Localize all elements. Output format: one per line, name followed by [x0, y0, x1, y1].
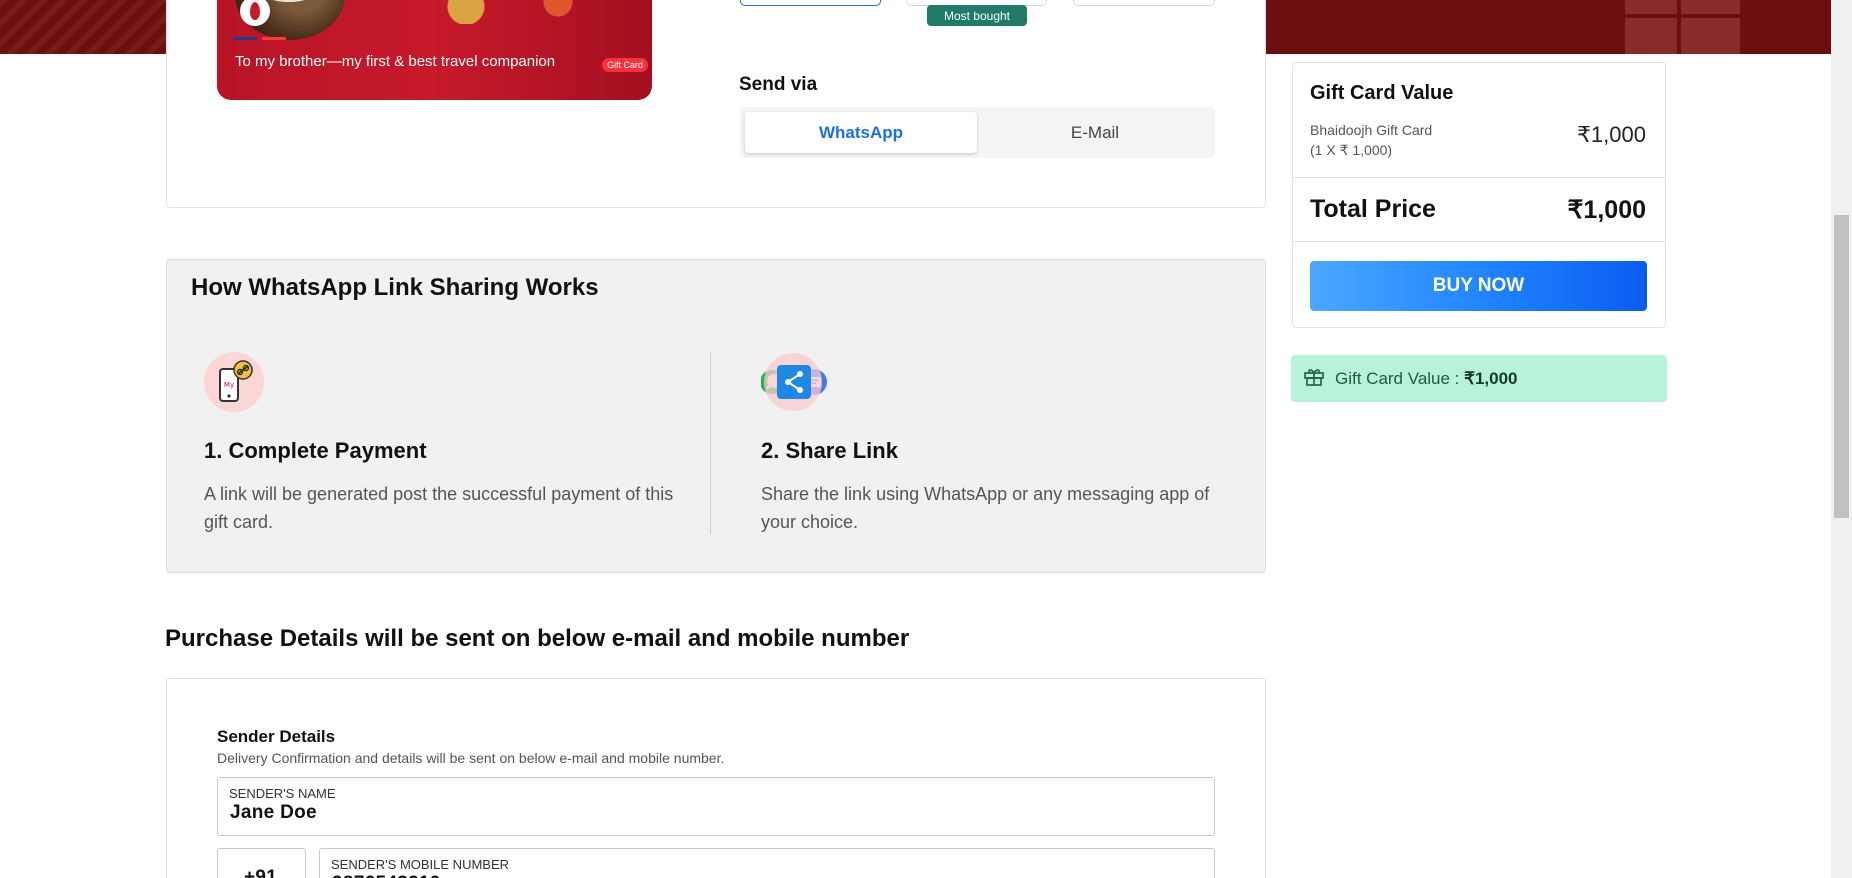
sender-name-label: SENDER'S NAME — [229, 786, 336, 801]
purchase-details-title: Purchase Details will be sent on below e… — [165, 625, 910, 652]
sender-details-heading: Sender Details — [217, 727, 336, 746]
send-via-whatsapp-tab[interactable]: WhatsApp — [745, 112, 977, 153]
country-code-value[interactable]: +91 — [244, 867, 277, 878]
gift-card-value-amount: ₹1,000 — [1464, 368, 1518, 388]
scrollbar-thumb[interactable] — [1834, 215, 1849, 518]
preview-caption: To my brother—my first & best travel com… — [235, 53, 556, 70]
step-title: 2. Share Link — [761, 438, 898, 463]
summary-item: Bhaidoojh Gift Card (1 X ₹ 1,000) — [1310, 120, 1432, 160]
carousel-dots[interactable] — [233, 37, 286, 40]
gift-card-preview[interactable]: To my brother—my first & best travel com… — [217, 0, 652, 100]
summary-divider — [1293, 177, 1665, 178]
step-description: Share the link using WhatsApp or any mes… — [761, 484, 1210, 532]
gift-icon — [1303, 365, 1325, 392]
denomination-option-selected[interactable] — [740, 0, 881, 6]
total-price-value: ₹1,000 — [1567, 196, 1646, 224]
step-description: A link will be generated post the succes… — [204, 484, 674, 532]
denomination-option[interactable] — [1073, 0, 1215, 6]
sender-name-value[interactable]: Jane Doe — [230, 802, 317, 824]
festive-decoration — [397, 0, 627, 24]
gift-card-value-banner: Gift Card Value : ₹1,000 — [1291, 355, 1667, 402]
send-via-email-tab[interactable]: E-Mail — [979, 112, 1211, 153]
gift-card-tag: Gift Card — [601, 58, 648, 72]
step-divider — [710, 351, 711, 534]
svg-text:My: My — [224, 381, 234, 389]
buy-now-button[interactable]: BUY NOW — [1310, 261, 1647, 311]
send-via-toggle: WhatsApp E-Mail — [740, 107, 1215, 158]
summary-heading: Gift Card Value — [1310, 82, 1454, 104]
summary-item-price: ₹1,000 — [1576, 122, 1646, 147]
carousel-dot[interactable] — [233, 37, 257, 40]
summary-item-name: Bhaidoojh Gift Card — [1310, 122, 1433, 138]
gift-card-value-text: Gift Card Value : ₹1,000 — [1335, 369, 1518, 389]
gift-card-value-label: Gift Card Value : — [1335, 368, 1465, 388]
banner-grid-decoration — [1625, 0, 1740, 54]
total-price-label: Total Price — [1310, 195, 1436, 223]
send-via-label: Send via — [739, 74, 818, 95]
step-title: 1. Complete Payment — [204, 438, 427, 463]
summary-divider — [1293, 241, 1665, 242]
sender-details-subtext: Delivery Confirmation and details will b… — [217, 750, 725, 766]
carousel-dot-active[interactable] — [262, 37, 286, 40]
how-it-works-title: How WhatsApp Link Sharing Works — [191, 274, 599, 301]
most-bought-badge: Most bought — [927, 5, 1027, 26]
sender-name-field[interactable]: SENDER'S NAME Jane Doe — [217, 777, 1215, 836]
share-apps-illustration — [760, 352, 841, 412]
country-code-select[interactable]: +91 — [217, 848, 306, 878]
sender-mobile-field[interactable]: SENDER'S MOBILE NUMBER 9876543210 — [319, 848, 1215, 878]
phone-link-icon: My — [204, 352, 264, 412]
summary-item-qty: (1 X ₹ 1,000) — [1310, 142, 1393, 158]
sender-mobile-label: SENDER'S MOBILE NUMBER — [331, 857, 510, 872]
sender-mobile-value[interactable]: 9876543210 — [332, 873, 441, 878]
